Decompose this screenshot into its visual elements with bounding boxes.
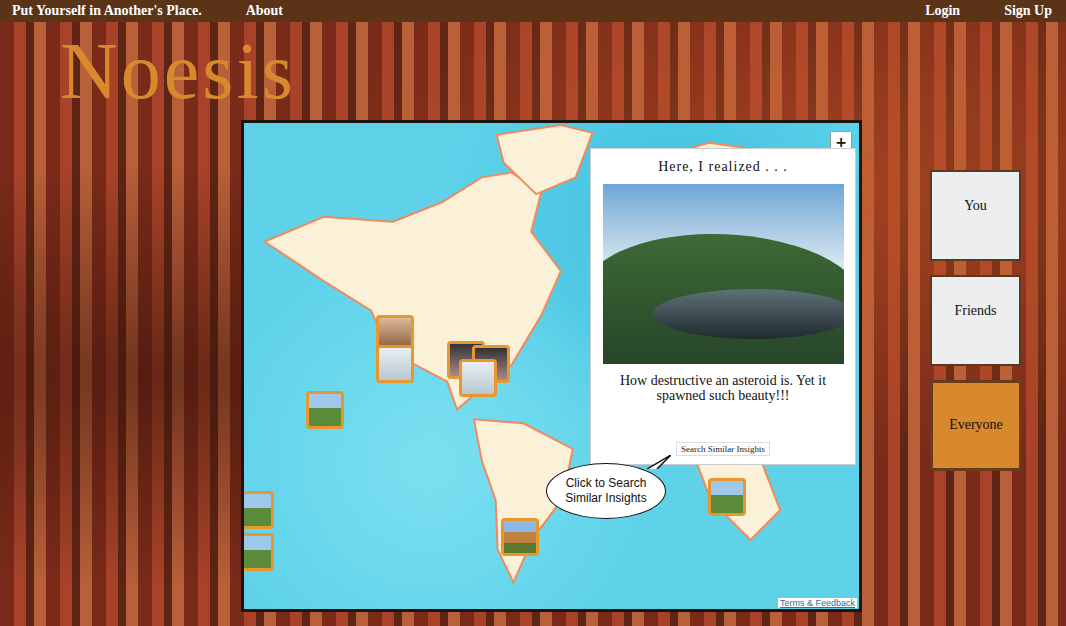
insight-text: How destructive an asteroid is. Yet it s… — [603, 374, 843, 403]
map-pin[interactable] — [306, 391, 344, 429]
tooltip: Click to Search Similar Insights — [546, 463, 666, 519]
filter-list: You Friends Everyone — [930, 120, 1022, 612]
map-pin[interactable] — [241, 533, 274, 571]
content: +− Here, I realized . . . How destructiv… — [0, 120, 1066, 612]
stage: Noesis +− Here, I realized . . . How des… — [0, 22, 1066, 612]
insight-popup: Here, I realized . . . How destructive a… — [590, 148, 856, 465]
nav-link[interactable]: About — [246, 3, 283, 19]
top-bar: Put Yourself in Another's Place. About L… — [0, 0, 1066, 22]
search-similar-button[interactable]: Search Similar Insights — [676, 442, 770, 456]
logo-row: Noesis — [0, 22, 1066, 120]
tooltip-tail-icon — [647, 455, 671, 469]
filter-button[interactable]: You — [930, 170, 1021, 261]
map[interactable]: +− Here, I realized . . . How destructiv… — [241, 120, 862, 612]
logo[interactable]: Noesis — [60, 27, 296, 115]
tagline[interactable]: Put Yourself in Another's Place. — [12, 3, 202, 19]
insight-photo — [603, 184, 844, 364]
map-pin[interactable] — [501, 518, 539, 556]
map-pin[interactable] — [376, 345, 414, 383]
auth-link[interactable]: Sign Up — [1004, 3, 1052, 19]
auth-links: Login Sign Up — [925, 3, 1052, 19]
page: Put Yourself in Another's Place. About L… — [0, 0, 1066, 626]
map-pin[interactable] — [708, 478, 746, 516]
terms-link[interactable]: Terms & Feedback — [778, 598, 857, 608]
filter-button[interactable]: Everyone — [930, 380, 1022, 471]
filter-button[interactable]: Friends — [930, 275, 1021, 366]
auth-link[interactable]: Login — [925, 3, 960, 19]
popup-title: Here, I realized . . . — [658, 159, 788, 175]
map-pin[interactable] — [459, 359, 497, 397]
map-pin[interactable] — [241, 491, 274, 529]
